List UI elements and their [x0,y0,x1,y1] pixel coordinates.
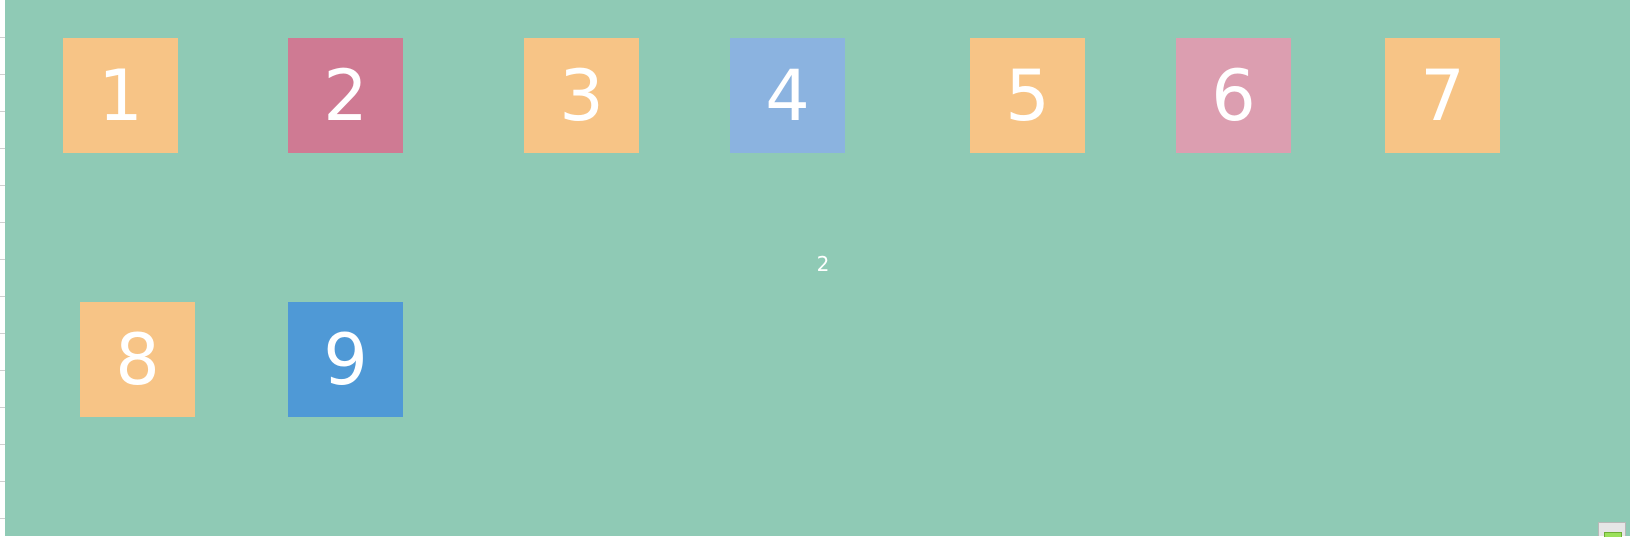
tile-5[interactable]: 5 [970,38,1085,153]
battery-icon[interactable] [1598,522,1626,537]
tile-3[interactable]: 3 [524,38,639,153]
tile-4-label: 4 [765,54,810,137]
center-counter: 2 [816,252,830,276]
tile-4[interactable]: 4 [730,38,845,153]
tile-2[interactable]: 2 [288,38,403,153]
tile-9[interactable]: 9 [288,302,403,417]
tile-2-label: 2 [323,54,368,137]
game-board: 1 2 3 4 5 6 7 8 9 2 [5,0,1630,536]
battery-level [1604,532,1622,537]
tile-8[interactable]: 8 [80,302,195,417]
tile-6[interactable]: 6 [1176,38,1291,153]
tile-3-label: 3 [559,54,604,137]
tile-1-label: 1 [98,54,143,137]
tile-5-label: 5 [1005,54,1050,137]
tile-6-label: 6 [1211,54,1256,137]
tile-9-label: 9 [323,318,368,401]
tile-7[interactable]: 7 [1385,38,1500,153]
tile-7-label: 7 [1420,54,1465,137]
tile-1[interactable]: 1 [63,38,178,153]
tile-8-label: 8 [115,318,160,401]
